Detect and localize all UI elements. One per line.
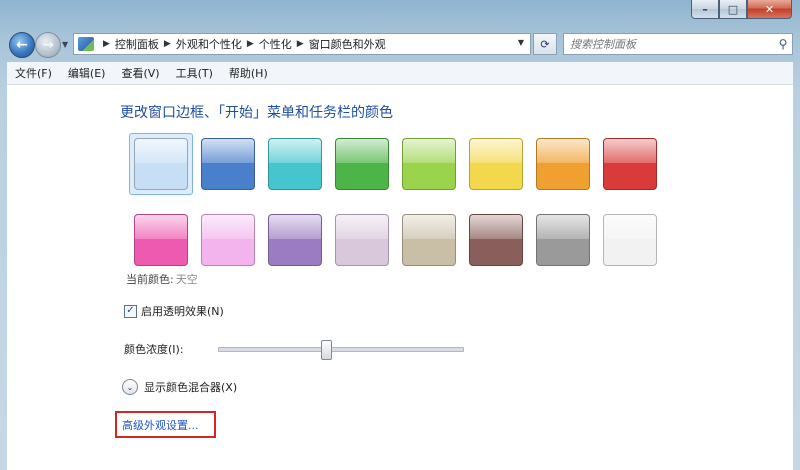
forward-arrow-icon: → (42, 37, 54, 53)
menu-help[interactable]: 帮助(H) (221, 65, 276, 81)
color-swatch-fill[interactable] (603, 138, 657, 190)
search-box[interactable]: ⚲ (563, 33, 793, 55)
address-dropdown-icon[interactable]: ▼ (518, 38, 524, 47)
breadcrumb-arrow-icon[interactable]: ▶ (247, 39, 254, 49)
breadcrumb-arrow-icon[interactable]: ▶ (164, 39, 171, 49)
color-swatch[interactable] (129, 133, 193, 195)
menu-view[interactable]: 查看(V) (113, 65, 167, 81)
color-swatch-fill[interactable] (402, 138, 456, 190)
color-swatch-fill[interactable] (268, 214, 322, 266)
current-color-value: 天空 (175, 273, 198, 286)
color-swatch-fill[interactable] (134, 138, 188, 190)
color-swatch[interactable] (263, 209, 327, 271)
color-swatch[interactable] (330, 133, 394, 195)
address-bar[interactable]: ▶ 控制面板 ▶ 外观和个性化 ▶ 个性化 ▶ 窗口颜色和外观 ▼ (73, 33, 531, 55)
color-swatch[interactable] (464, 209, 528, 271)
color-swatch-fill[interactable] (134, 214, 188, 266)
search-input[interactable] (564, 36, 774, 52)
color-mixer-toggle[interactable]: ⌄ 显示颜色混合器(X) (122, 379, 237, 395)
navigation-bar: ← → ▼ ▶ 控制面板 ▶ 外观和个性化 ▶ 个性化 ▶ 窗口颜色和外观 ▼ … (0, 28, 800, 60)
transparency-label[interactable]: 启用透明效果(N) (141, 303, 224, 319)
color-swatch-fill[interactable] (469, 138, 523, 190)
breadcrumb-arrow-icon[interactable]: ▶ (297, 39, 304, 49)
minimize-icon: – (702, 2, 708, 16)
color-intensity-slider[interactable] (218, 340, 464, 360)
close-button[interactable]: ✕ (747, 0, 792, 19)
color-swatch-fill[interactable] (536, 214, 590, 266)
back-arrow-icon: ← (16, 37, 28, 53)
color-swatch[interactable] (196, 209, 260, 271)
color-swatch-fill[interactable] (268, 138, 322, 190)
color-swatch[interactable] (397, 209, 461, 271)
expand-chevron-icon[interactable]: ⌄ (122, 379, 138, 395)
breadcrumb-window-color[interactable]: 窗口颜色和外观 (309, 36, 386, 52)
caption-buttons: – □ ✕ (691, 0, 792, 19)
color-swatch-fill[interactable] (335, 214, 389, 266)
color-swatch-fill[interactable] (536, 138, 590, 190)
color-swatch-fill[interactable] (201, 214, 255, 266)
menu-file[interactable]: 文件(F) (7, 65, 60, 81)
color-swatch[interactable] (598, 133, 662, 195)
color-swatch[interactable] (598, 209, 662, 271)
breadcrumb-control-panel[interactable]: 控制面板 (115, 36, 159, 52)
slider-thumb[interactable] (321, 340, 333, 360)
recent-pages-dropdown[interactable]: ▼ (62, 40, 68, 49)
title-bar: – □ ✕ (0, 0, 800, 26)
color-swatch[interactable] (263, 133, 327, 195)
color-intensity-label: 颜色浓度(I): (124, 343, 184, 356)
color-swatch[interactable] (196, 133, 260, 195)
menu-edit[interactable]: 编辑(E) (60, 65, 114, 81)
color-swatch[interactable] (531, 133, 595, 195)
color-swatch[interactable] (531, 209, 595, 271)
minimize-button[interactable]: – (691, 0, 719, 19)
transparency-option[interactable]: ✓ 启用透明效果(N) (124, 303, 224, 319)
color-swatch[interactable] (397, 133, 461, 195)
menu-bar: 文件(F) 编辑(E) 查看(V) 工具(T) 帮助(H) (7, 62, 793, 85)
color-swatch-fill[interactable] (335, 138, 389, 190)
back-button[interactable]: ← (9, 32, 35, 58)
main-content: 更改窗口边框、「开始」菜单和任务栏的颜色 当前颜色: 天空 ✓ 启用透明效果(N)… (7, 85, 793, 470)
breadcrumb-personalization[interactable]: 个性化 (259, 36, 292, 52)
close-icon: ✕ (764, 2, 775, 16)
current-color-label: 当前颜色: (126, 273, 174, 286)
forward-button[interactable]: → (35, 32, 61, 58)
color-swatch-fill[interactable] (603, 214, 657, 266)
refresh-button[interactable]: ⟳ (533, 33, 557, 55)
breadcrumb-arrow-icon[interactable]: ▶ (103, 39, 110, 49)
color-swatch[interactable] (330, 209, 394, 271)
color-swatch-grid (129, 133, 669, 271)
page-title: 更改窗口边框、「开始」菜单和任务栏的颜色 (120, 105, 393, 121)
current-color: 当前颜色: 天空 (126, 271, 198, 287)
color-swatch-fill[interactable] (402, 214, 456, 266)
color-swatch[interactable] (464, 133, 528, 195)
refresh-icon: ⟳ (540, 37, 550, 51)
color-mixer-label[interactable]: 显示颜色混合器(X) (144, 379, 237, 395)
breadcrumb-appearance[interactable]: 外观和个性化 (176, 36, 242, 52)
transparency-checkbox[interactable]: ✓ (124, 304, 137, 318)
color-swatch-fill[interactable] (201, 138, 255, 190)
maximize-icon: □ (727, 2, 739, 16)
search-icon[interactable]: ⚲ (774, 37, 792, 51)
color-swatch-fill[interactable] (469, 214, 523, 266)
control-panel-icon (78, 37, 94, 51)
maximize-button[interactable]: □ (719, 0, 747, 19)
menu-tools[interactable]: 工具(T) (168, 65, 221, 81)
color-swatch[interactable] (129, 209, 193, 271)
advanced-appearance-link[interactable]: 高级外观设置... (122, 417, 199, 433)
